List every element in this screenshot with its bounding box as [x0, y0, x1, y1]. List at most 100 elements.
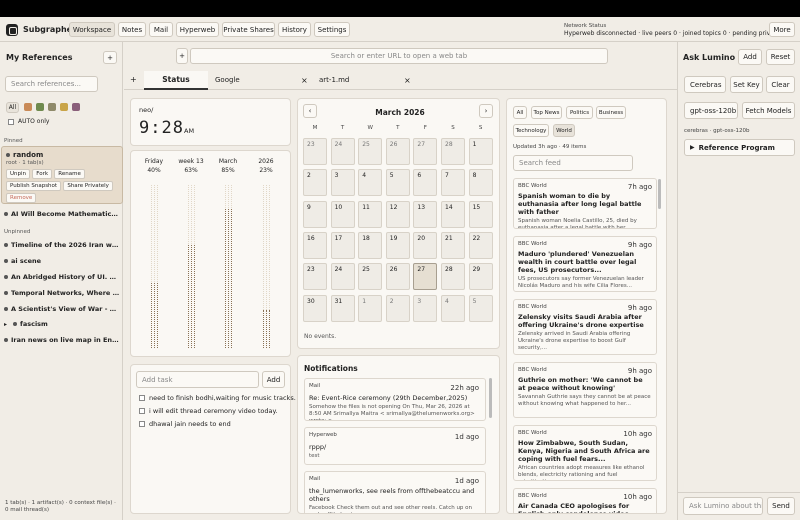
- add-task-button[interactable]: Add: [262, 371, 285, 388]
- reference-item[interactable]: Timeline of the 2026 Iran war - Wi...: [4, 241, 120, 249]
- remove-button[interactable]: Remove: [6, 193, 37, 203]
- reference-program-toggle[interactable]: ▶ Reference Program: [684, 139, 795, 156]
- calendar-day[interactable]: 15: [468, 200, 493, 228]
- news-filter-politics[interactable]: Politics: [566, 106, 593, 119]
- checkbox-icon[interactable]: [139, 408, 145, 414]
- calendar-day[interactable]: 24: [330, 138, 355, 165]
- tab-notes[interactable]: Notes: [118, 22, 146, 37]
- calendar-day[interactable]: 17: [330, 231, 355, 259]
- share-privately-button[interactable]: Share Privately: [63, 181, 113, 191]
- checkbox-icon[interactable]: [8, 118, 14, 125]
- model-select[interactable]: gpt-oss-120b: [684, 102, 738, 119]
- calendar-day[interactable]: 26: [385, 138, 410, 165]
- calendar-day[interactable]: 26: [385, 263, 410, 291]
- news-item[interactable]: BBC World 10h ago How Zimbabwe, South Suda…: [513, 425, 657, 481]
- send-button[interactable]: Send: [767, 497, 795, 515]
- rename-button[interactable]: Rename: [54, 169, 85, 179]
- notification-item[interactable]: Mail 22h ago Re: Event-Rice ceremony (29…: [304, 378, 486, 421]
- reference-item[interactable]: A Scientist's View of War - YouTube: [4, 305, 120, 313]
- fork-button[interactable]: Fork: [32, 169, 53, 179]
- calendar-day[interactable]: 25: [358, 138, 383, 165]
- calendar-day[interactable]: 11: [358, 200, 383, 228]
- calendar-day[interactable]: 23: [303, 263, 327, 291]
- news-item[interactable]: BBC World 9h ago Zelensky visits Saudi Ara…: [513, 299, 657, 355]
- calendar-day[interactable]: 3: [330, 169, 355, 197]
- calendar-day[interactable]: 8: [468, 169, 493, 197]
- calendar-day[interactable]: 24: [330, 263, 355, 291]
- calendar-day[interactable]: 3: [413, 294, 438, 322]
- calendar-day[interactable]: 12: [385, 200, 410, 228]
- news-item[interactable]: BBC World 9h ago Guthrie on mother: 'We ca…: [513, 362, 657, 418]
- chevron-right-icon[interactable]: ▸: [4, 321, 7, 328]
- calendar-day[interactable]: 5: [385, 169, 410, 197]
- reference-item[interactable]: Temporal Networks, Where Page R...: [4, 289, 120, 297]
- notification-item[interactable]: Mail 1d ago the_lumenworks, see reels fr…: [304, 471, 486, 513]
- tab-private-shares[interactable]: Private Shares: [222, 22, 275, 37]
- calendar-day[interactable]: 28: [441, 138, 465, 165]
- tab-settings[interactable]: Settings: [314, 22, 350, 37]
- calendar-day[interactable]: 16: [303, 231, 327, 259]
- calendar-day[interactable]: 22: [468, 231, 493, 259]
- more-button[interactable]: More: [769, 22, 795, 37]
- color-filter-swatch[interactable]: [36, 103, 44, 111]
- calendar-day[interactable]: 2: [385, 294, 410, 322]
- calendar-day[interactable]: 27: [413, 138, 438, 165]
- calendar-day[interactable]: 20: [413, 231, 438, 259]
- news-scrollbar[interactable]: [658, 179, 661, 209]
- calendar-day[interactable]: 14: [441, 200, 465, 228]
- news-item[interactable]: BBC World 9h ago Maduro 'plundered' Venezu…: [513, 236, 657, 292]
- tab-close-icon[interactable]: ×: [301, 76, 308, 85]
- task-item[interactable]: i will edit thread ceremony video today.: [139, 407, 277, 415]
- news-item[interactable]: BBC World 7h ago Spanish woman to die by e…: [513, 178, 657, 229]
- tab-hyperweb[interactable]: Hyperweb: [176, 22, 219, 37]
- new-tab-button[interactable]: +: [176, 48, 188, 64]
- calendar-day[interactable]: 10: [330, 200, 355, 228]
- calendar-prev-button[interactable]: ‹: [303, 104, 317, 118]
- set-key-button[interactable]: Set Key: [730, 76, 763, 93]
- add-reference-button[interactable]: +: [103, 51, 117, 64]
- calendar-day[interactable]: 25: [358, 263, 383, 291]
- add-task-input[interactable]: Add task: [136, 371, 259, 388]
- new-tab-plus[interactable]: +: [130, 75, 137, 84]
- calendar-day[interactable]: 4: [358, 169, 383, 197]
- color-filter-swatch[interactable]: [72, 103, 80, 111]
- calendar-day[interactable]: 5: [468, 294, 493, 322]
- lumino-add-button[interactable]: Add: [738, 49, 762, 65]
- calendar-day[interactable]: 6: [413, 169, 438, 197]
- lumino-reset-button[interactable]: Reset: [766, 49, 795, 65]
- calendar-day[interactable]: 2: [303, 169, 327, 197]
- calendar-day[interactable]: 18: [358, 231, 383, 259]
- calendar-day[interactable]: 28: [441, 263, 465, 291]
- calendar-day[interactable]: 29: [468, 263, 493, 291]
- color-filter-swatch[interactable]: [48, 103, 56, 111]
- reference-item[interactable]: An Abridged History of UI. This arti...: [4, 273, 120, 281]
- publish-snapshot-button[interactable]: Publish Snapshot: [6, 181, 62, 191]
- tab-mail[interactable]: Mail: [149, 22, 173, 37]
- url-input[interactable]: Search or enter URL to open a web tab: [190, 48, 608, 64]
- calendar-day[interactable]: 21: [441, 231, 465, 259]
- clear-button[interactable]: Clear: [766, 76, 795, 93]
- unpin-button[interactable]: Unpin: [6, 169, 31, 179]
- news-filter-top-news[interactable]: Top News: [531, 106, 562, 119]
- reference-search-input[interactable]: Search references...: [5, 76, 98, 92]
- reference-item[interactable]: ▸ fascism: [4, 320, 114, 328]
- calendar-day[interactable]: 30: [303, 294, 327, 322]
- filter-all-button[interactable]: All: [6, 102, 19, 113]
- tab-history[interactable]: History: [278, 22, 311, 37]
- news-search-input[interactable]: Search feed: [513, 155, 633, 171]
- calendar-day[interactable]: 1: [358, 294, 383, 322]
- notification-item[interactable]: Hyperweb 1d ago rppp/ test: [304, 427, 486, 465]
- calendar-next-button[interactable]: ›: [479, 104, 493, 118]
- reference-item[interactable]: AI Will Become Mathematicians' ...: [4, 210, 120, 218]
- news-filter-technology[interactable]: Technology: [513, 124, 549, 137]
- tab-workspace[interactable]: Workspace: [69, 22, 115, 37]
- calendar-day[interactable]: 13: [413, 200, 438, 228]
- calendar-day[interactable]: 19: [385, 231, 410, 259]
- task-item[interactable]: need to finish bodhi,waiting for music t…: [139, 394, 296, 402]
- auto-only-toggle[interactable]: AUTO only: [8, 118, 49, 125]
- tab-art-1-md[interactable]: art-1.md: [319, 76, 349, 84]
- calendar-day[interactable]: 31: [330, 294, 355, 322]
- reference-item[interactable]: Iran news on live map in English - ...: [4, 336, 120, 344]
- color-filter-swatch[interactable]: [24, 103, 32, 111]
- news-filter-business[interactable]: Business: [596, 106, 626, 119]
